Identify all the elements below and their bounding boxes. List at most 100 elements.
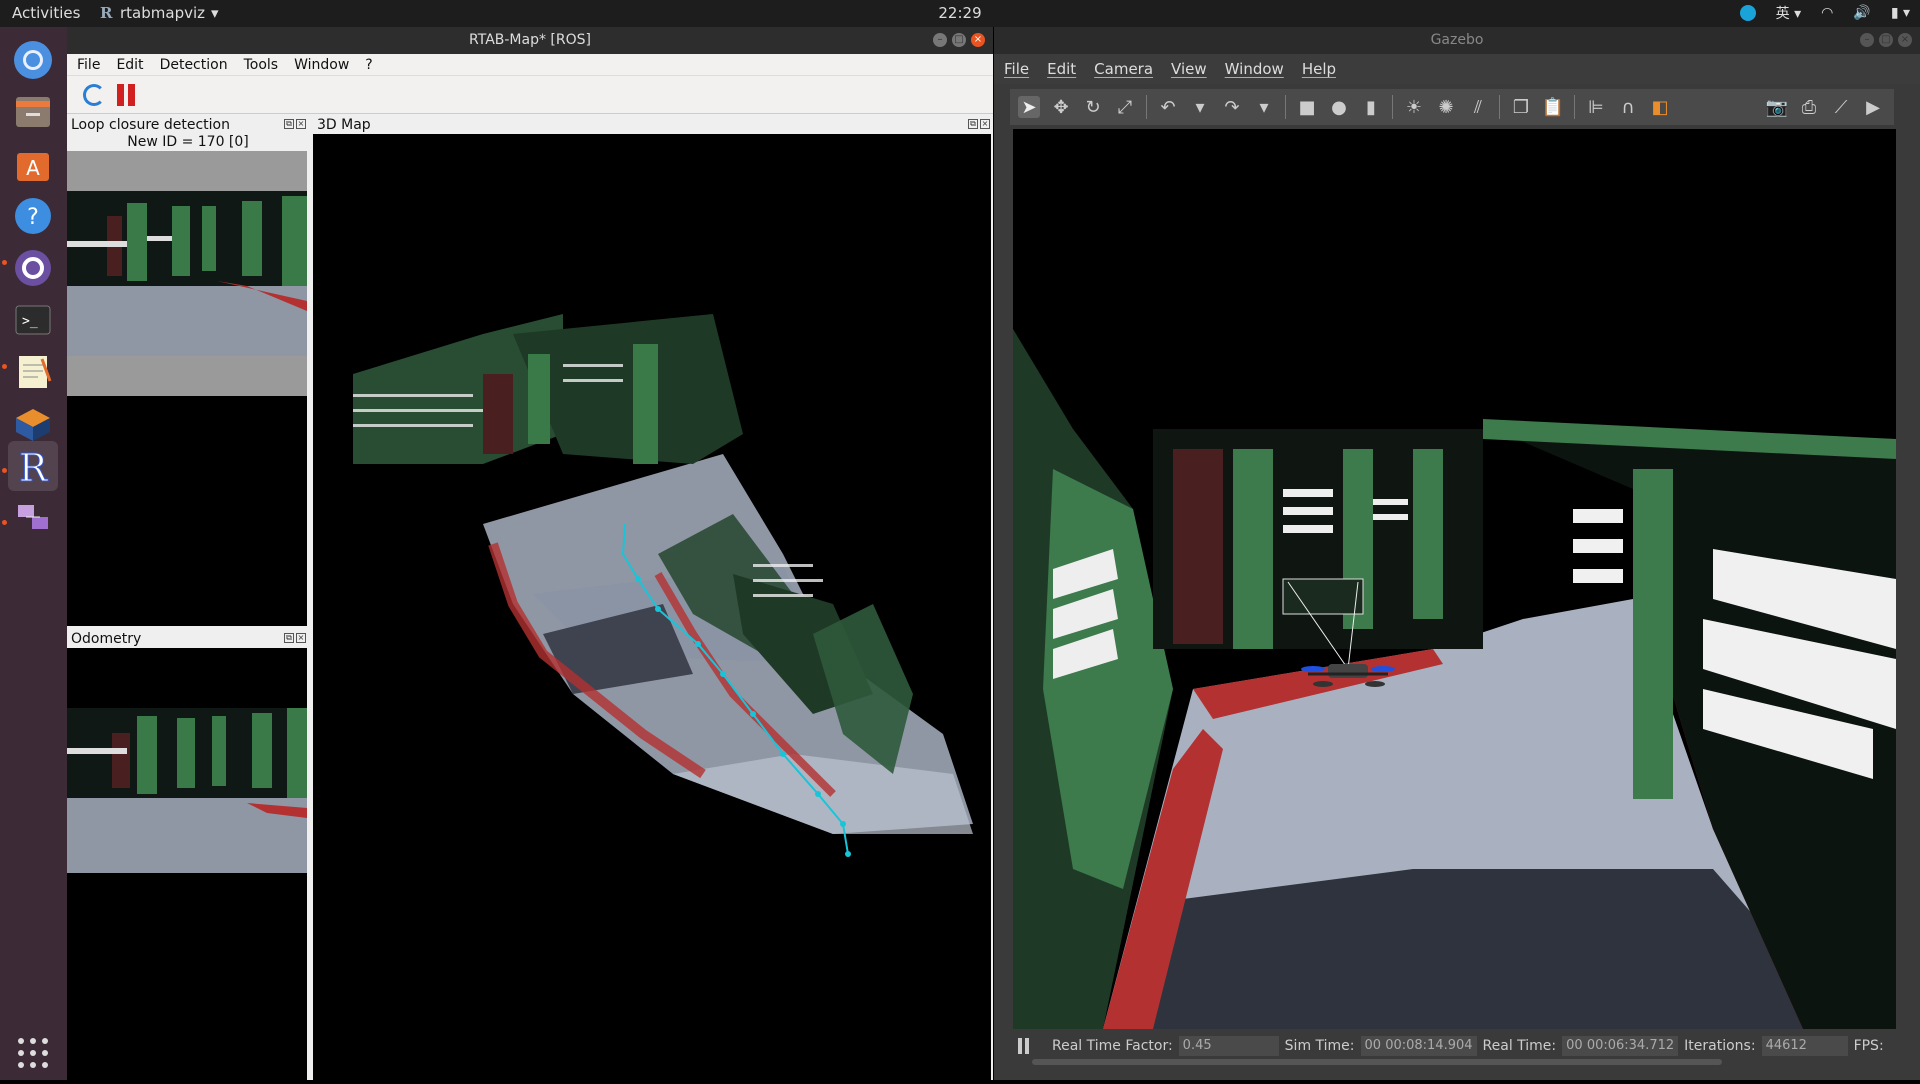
chevron-down-icon[interactable]: ▾	[1189, 96, 1211, 118]
undo-icon[interactable]: ↶	[1157, 96, 1179, 118]
menu-window[interactable]: Window	[294, 54, 349, 75]
pause-button[interactable]	[117, 84, 137, 106]
sync-icon[interactable]	[1739, 5, 1756, 21]
sphere-icon[interactable]: ●	[1328, 96, 1350, 118]
terminal-icon[interactable]: >_	[8, 295, 58, 345]
snap-icon[interactable]: ∩	[1617, 96, 1639, 118]
float-icon[interactable]: ⧉	[968, 119, 978, 129]
menu-tools[interactable]: Tools	[244, 54, 279, 75]
copy-icon[interactable]: ❐	[1510, 96, 1532, 118]
close-button[interactable]: ×	[971, 33, 985, 47]
sim-time-label: Sim Time:	[1284, 1038, 1355, 1054]
volume-icon[interactable]: 🔊	[1853, 5, 1870, 21]
cylinder-icon[interactable]: ▮	[1360, 96, 1382, 118]
gazebo-toolbar: ➤ ✥ ↻ ⤢ ↶ ▾ ↷ ▾ ■ ● ▮ ☀ ✺ ⫽ ❐ 📋 ⊫ ∩ ◧ 📷 …	[1010, 89, 1894, 125]
fps-label: FPS:	[1853, 1038, 1884, 1054]
log-icon[interactable]: ⎙	[1798, 96, 1820, 118]
directional-light-icon[interactable]: ⫽	[1467, 96, 1489, 118]
panel-title: 3D Map	[317, 117, 371, 133]
sim-time-value: 00 00:08:14.904	[1360, 1036, 1477, 1056]
horizontal-scrollbar[interactable]	[1032, 1059, 1722, 1065]
chevron-down-icon[interactable]: ▾	[1253, 96, 1275, 118]
select-arrow-icon[interactable]: ➤	[1018, 96, 1040, 118]
float-icon[interactable]: ⧉	[284, 119, 294, 129]
minimize-button[interactable]: –	[933, 33, 947, 47]
clock[interactable]: 22:29	[938, 4, 981, 22]
video-record-icon[interactable]: ▶	[1862, 96, 1884, 118]
gazebo-window: Gazebo – □ × File Edit Camera View Windo…	[994, 27, 1920, 1080]
paste-icon[interactable]: 📋	[1542, 96, 1564, 118]
menu-edit[interactable]: Edit	[1047, 54, 1076, 84]
app-menu[interactable]: R rtabmapviz ▾	[100, 4, 219, 22]
network-app-icon[interactable]	[8, 493, 58, 543]
close-icon[interactable]: ×	[296, 119, 306, 129]
point-light-icon[interactable]: ☀	[1403, 96, 1425, 118]
top-bar: Activities R rtabmapviz ▾ 22:29 英 ▾ ◠ 🔊 …	[0, 0, 1920, 27]
float-icon[interactable]: ⧉	[284, 633, 294, 643]
help-icon[interactable]: ?	[8, 191, 58, 241]
rtabmap-toolbar	[67, 76, 993, 114]
real-time-label: Real Time:	[1482, 1038, 1557, 1054]
rtabmap-icon: R	[100, 4, 113, 22]
menu-help[interactable]: Help	[1302, 54, 1336, 84]
plot-icon[interactable]: ⟋	[1830, 96, 1852, 118]
system-tray[interactable]: 英 ▾ ◠ 🔊 ▮ ▾	[1739, 3, 1910, 23]
window-title: RTAB-Map* [ROS]	[469, 32, 591, 48]
refresh-icon[interactable]	[83, 84, 105, 106]
activities-button[interactable]: Activities	[12, 4, 80, 22]
battery-icon[interactable]: ▮ ▾	[1891, 5, 1910, 21]
text-editor-icon[interactable]	[8, 347, 58, 397]
menu-file[interactable]: File	[1004, 54, 1029, 84]
menu-edit[interactable]: Edit	[116, 54, 143, 75]
software-center-icon[interactable]: A	[8, 139, 58, 189]
svg-text:R: R	[19, 446, 49, 487]
screenshot-icon[interactable]: 📷	[1766, 96, 1788, 118]
gazebo-statusbar: Real Time Factor: 0.45 Sim Time: 00 00:0…	[1010, 1030, 1896, 1070]
gazebo-3d-scene[interactable]	[1013, 129, 1896, 1029]
loop-closure-image	[67, 151, 307, 626]
scale-icon[interactable]: ⤢	[1114, 96, 1136, 118]
gazebo-titlebar[interactable]: Gazebo – □ ×	[994, 27, 1920, 54]
rtf-value: 0.45	[1178, 1036, 1279, 1056]
rtabmap-icon[interactable]: R	[8, 441, 58, 491]
align-icon[interactable]: ⊫	[1585, 96, 1607, 118]
maximize-button[interactable]: □	[1879, 33, 1893, 47]
rtabmap-menubar: File Edit Detection Tools Window ?	[67, 54, 993, 76]
maximize-button[interactable]: □	[952, 33, 966, 47]
panel-title: Loop closure detection	[71, 117, 230, 133]
close-icon[interactable]: ×	[980, 119, 990, 129]
menu-view[interactable]: View	[1171, 54, 1207, 84]
view-angle-icon[interactable]: ◧	[1649, 96, 1671, 118]
svg-text:?: ?	[27, 205, 39, 230]
menu-detection[interactable]: Detection	[160, 54, 228, 75]
close-icon[interactable]: ×	[296, 633, 306, 643]
loop-closure-panel: Loop closure detection ⧉ × New ID = 170 […	[67, 116, 309, 626]
iterations-label: Iterations:	[1684, 1038, 1756, 1054]
wifi-icon[interactable]: ◠	[1821, 5, 1833, 21]
translate-icon[interactable]: ✥	[1050, 96, 1072, 118]
redo-icon[interactable]: ↷	[1221, 96, 1243, 118]
menu-camera[interactable]: Camera	[1094, 54, 1153, 84]
svg-text:>_: >_	[22, 314, 38, 329]
iterations-value: 44612	[1761, 1036, 1848, 1056]
close-button[interactable]: ×	[1898, 33, 1912, 47]
input-method[interactable]: 英 ▾	[1776, 3, 1801, 23]
show-apps-icon[interactable]	[18, 1038, 48, 1068]
rtabmap-titlebar[interactable]: RTAB-Map* [ROS] – □ ×	[67, 27, 993, 54]
odometry-panel: Odometry ⧉ ×	[67, 630, 309, 1080]
chromium-icon[interactable]	[8, 35, 58, 85]
pause-button[interactable]	[1018, 1038, 1032, 1054]
real-time-value: 00 00:06:34.712	[1562, 1036, 1679, 1056]
menu-window[interactable]: Window	[1225, 54, 1284, 84]
minimize-button[interactable]: –	[1860, 33, 1874, 47]
map-3d-view[interactable]	[313, 134, 991, 1080]
menu-file[interactable]: File	[77, 54, 100, 75]
qt-creator-icon[interactable]	[8, 243, 58, 293]
window-title: Gazebo	[1430, 32, 1484, 48]
box-icon[interactable]: ■	[1296, 96, 1318, 118]
spot-light-icon[interactable]: ✺	[1435, 96, 1457, 118]
files-icon[interactable]	[8, 87, 58, 137]
menu-help[interactable]: ?	[365, 54, 372, 75]
rotate-icon[interactable]: ↻	[1082, 96, 1104, 118]
dock: A ? >_ R	[0, 27, 67, 1080]
